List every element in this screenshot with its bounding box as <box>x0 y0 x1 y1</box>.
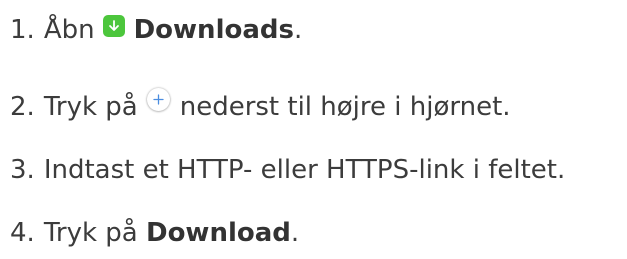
step-3: 3. Indtast et HTTP- eller HTTPS-link i f… <box>10 153 565 187</box>
instruction-list: 1. Åbn Downloads. 2. Tryk på nederst til… <box>0 0 627 259</box>
step-text-end: . <box>293 15 303 45</box>
downloads-app-name: Downloads <box>133 15 294 45</box>
step-1: 1. Åbn Downloads. <box>10 13 302 47</box>
step-4: 4. Tryk på Download. <box>10 216 299 250</box>
step-number: 4. <box>10 218 35 248</box>
step-2: 2. Tryk på nederst til højre i hjørnet. <box>10 87 511 124</box>
step-text: Indtast et HTTP- eller HTTPS-link i felt… <box>43 155 566 185</box>
download-arrow-icon <box>102 15 125 37</box>
step-text: Tryk på <box>43 92 138 122</box>
download-button-name: Download <box>145 218 291 248</box>
step-text-end: nederst til højre i hjørnet. <box>179 92 511 122</box>
step-number: 2. <box>10 92 35 122</box>
step-text: Tryk på <box>43 218 138 248</box>
step-text: Åbn <box>43 15 95 45</box>
step-number: 1. <box>10 15 35 45</box>
step-number: 3. <box>10 155 35 185</box>
plus-circle-icon <box>146 87 170 111</box>
step-text-end: . <box>290 218 300 248</box>
